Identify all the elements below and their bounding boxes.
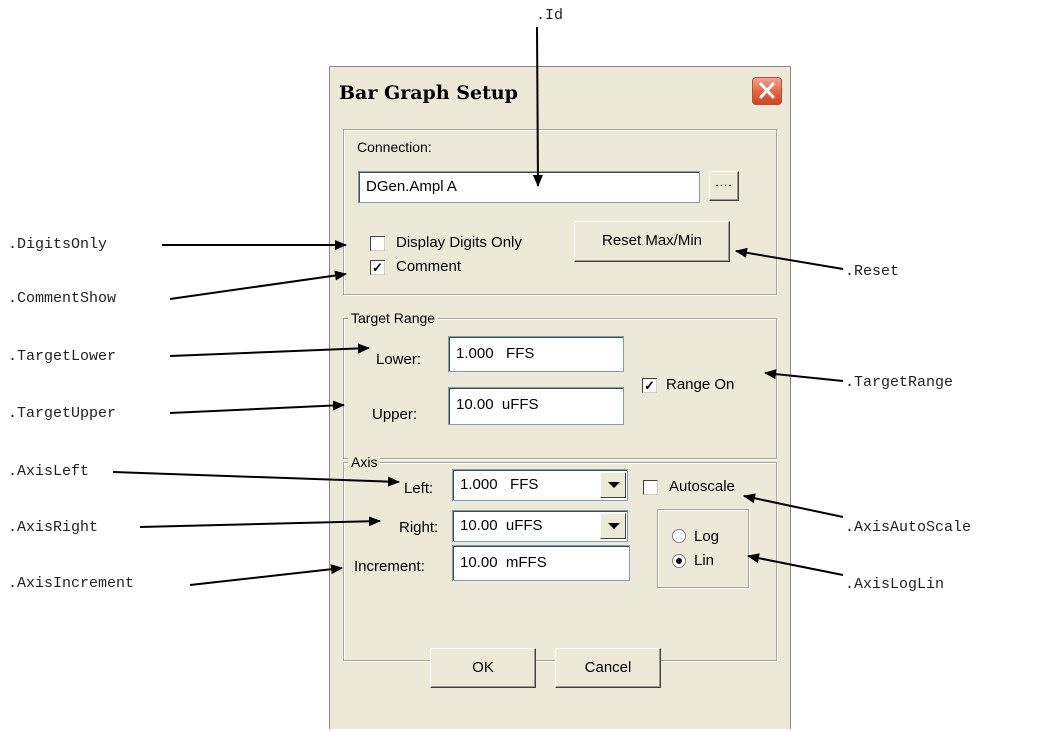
range-on-checkbox[interactable]: ✓ [642,378,657,393]
callout-axis-left: .AxisLeft [8,463,90,480]
axis-legend: Axis [348,454,381,470]
log-label: Log [694,528,720,545]
callout-axis-increment: .AxisIncrement [8,575,135,592]
callout-target-upper: .TargetUpper [8,405,117,422]
callout-reset: .Reset [845,263,900,280]
target-range-legend: Target Range [348,310,439,326]
comment-label: Comment [396,258,462,275]
arrow-axis-increment [189,564,343,586]
browse-label: .... [715,175,733,189]
callout-comment-show: .CommentShow [8,290,117,307]
close-icon [759,82,775,99]
axis-group: Axis Left: 1.000 FFS Right: 10.00 uFFS I… [343,454,777,661]
callout-axis-log-lin: .AxisLogLin [845,576,945,593]
right-label: Right: [399,519,439,536]
cancel-button[interactable]: Cancel [555,648,661,688]
callout-axis-right: .AxisRight [8,519,99,536]
log-lin-box: Log Lin [657,509,749,588]
callout-axis-auto-scale: .AxisAutoScale [845,519,972,536]
dialog-title: Bar Graph Setup [339,82,518,104]
log-radio[interactable] [672,529,686,543]
lin-radio[interactable] [672,554,686,568]
target-upper-input[interactable]: 10.00 uFFS [448,387,624,425]
callout-id: .Id [536,7,564,24]
lin-radio-selected-dot [676,558,682,564]
bar-graph-setup-dialog: Bar Graph Setup Connection: DGen.Ampl A … [329,66,791,729]
axis-left-dropdown-button[interactable] [600,472,626,498]
browse-connection-button[interactable]: .... [709,171,739,201]
reset-max-min-button[interactable]: Reset Max/Min [574,221,730,262]
autoscale-checkbox[interactable] [643,480,658,495]
lin-label: Lin [694,552,715,569]
arrow-comment-show [169,270,347,300]
callout-target-lower: .TargetLower [8,348,117,365]
display-digits-only-checkbox[interactable] [370,236,385,251]
arrow-target-upper [169,400,345,414]
left-label: Left: [404,480,434,497]
ok-button[interactable]: OK [430,648,536,688]
connection-input[interactable]: DGen.Ampl A [358,171,700,203]
axis-right-dropdown-button[interactable] [600,513,626,539]
comment-checkbox[interactable]: ✓ [370,260,385,275]
increment-label: Increment: [354,558,425,575]
upper-label: Upper: [372,406,418,423]
callout-target-range: .TargetRange [845,374,954,391]
callout-digits-only: .DigitsOnly [8,236,108,253]
display-digits-only-label: Display Digits Only [396,234,522,251]
target-lower-input[interactable]: 1.000 FFS [448,336,624,372]
axis-increment-input[interactable]: 10.00 mFFS [452,545,630,581]
range-on-label: Range On [666,376,735,393]
autoscale-label: Autoscale [669,478,735,495]
title-bar[interactable]: Bar Graph Setup [330,67,790,119]
connection-label: Connection: [357,139,432,155]
target-range-group: Target Range Lower: 1.000 FFS Upper: 10.… [343,310,777,459]
connection-group: Connection: DGen.Ampl A .... Display Dig… [343,129,777,295]
lower-label: Lower: [376,351,422,368]
close-button[interactable] [752,77,782,105]
